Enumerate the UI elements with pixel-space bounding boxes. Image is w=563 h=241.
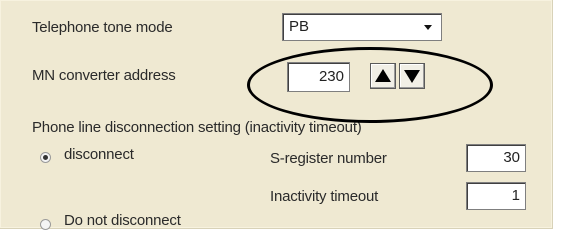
mn-address-input[interactable]: 230 <box>287 62 350 92</box>
decrement-button[interactable] <box>399 63 425 89</box>
tone-mode-value: PB <box>289 18 310 35</box>
tone-mode-select[interactable]: PB <box>282 13 442 41</box>
settings-panel: Telephone tone mode PB MN converter addr… <box>0 0 553 230</box>
disconnection-section-label: Phone line disconnection setting (inacti… <box>32 119 362 136</box>
mn-address-label: MN converter address <box>32 67 176 84</box>
inactivity-timeout-input[interactable]: 1 <box>466 182 526 210</box>
arrow-up-icon <box>375 69 391 82</box>
arrow-down-icon <box>404 70 420 83</box>
tone-mode-label: Telephone tone mode <box>32 19 173 36</box>
do-not-disconnect-label: Do not disconnect <box>64 212 181 229</box>
inactivity-timeout-label: Inactivity timeout <box>270 188 379 205</box>
disconnect-radio[interactable] <box>40 152 51 163</box>
disconnect-label: disconnect <box>64 146 134 163</box>
do-not-disconnect-radio[interactable] <box>40 219 51 230</box>
s-register-input[interactable]: 30 <box>466 144 526 172</box>
chevron-down-icon[interactable] <box>424 25 432 30</box>
s-register-label: S-register number <box>270 150 387 167</box>
increment-button[interactable] <box>370 63 396 89</box>
